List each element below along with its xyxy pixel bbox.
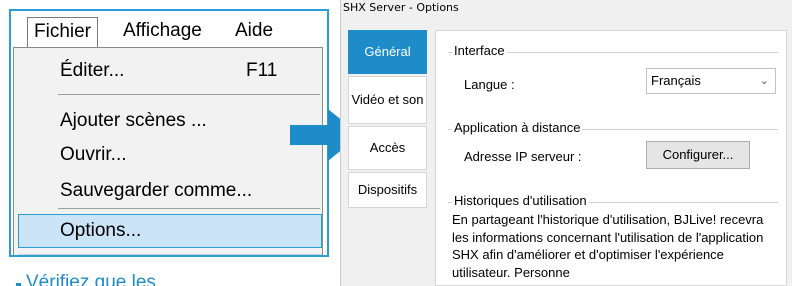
menubar: Fichier Affichage Aide [11, 11, 327, 49]
caption-text: Vérifiez que les [26, 272, 156, 286]
menu-separator [58, 208, 320, 209]
dialog-title: SHX Server - Options [343, 1, 459, 14]
menu-item-label: Ajouter scènes ... [60, 110, 207, 131]
language-select-value: Français [651, 73, 701, 88]
settings-panel: Interface Langue : Français ⌄ Applicatio… [435, 30, 787, 286]
server-ip-label: Adresse IP serveur : [464, 149, 582, 164]
menu-item-label: Ouvrir... [60, 144, 127, 165]
tab-dispositifs[interactable]: Dispositifs [348, 172, 427, 208]
menu-screenshot: Fichier Affichage Aide Éditer... F11 Ajo… [9, 9, 329, 257]
menu-item-sauvegarder-comme[interactable]: Sauvegarder comme... [14, 172, 322, 210]
tab-general[interactable]: Général [348, 30, 427, 74]
menu-fichier[interactable]: Fichier [27, 17, 99, 47]
menu-item-label: Éditer... [60, 60, 125, 81]
options-dialog: SHX Server - Options Général Vidéo et so… [340, 0, 792, 286]
menu-affichage[interactable]: Affichage [117, 17, 208, 47]
group-title-interface: Interface [452, 43, 507, 58]
configure-button[interactable]: Configurer... [646, 141, 750, 169]
menu-separator [58, 94, 320, 95]
group-title-remote: Application à distance [452, 120, 583, 135]
menu-item-ouvrir[interactable]: Ouvrir... [14, 136, 322, 174]
tab-acces[interactable]: Accès [348, 126, 427, 170]
tab-column: Général Vidéo et son Accès Dispositifs [348, 30, 427, 210]
menu-item-ajouter-scenes[interactable]: Ajouter scènes ... [14, 102, 322, 140]
menu-aide[interactable]: Aide [229, 17, 279, 47]
chevron-down-icon: ⌄ [759, 75, 769, 87]
tab-video-son[interactable]: Vidéo et son [348, 76, 427, 124]
file-dropdown-menu: Éditer... F11 Ajouter scènes ... Ouvrir.… [13, 47, 323, 255]
menu-item-label: Options... [60, 220, 142, 241]
group-title-history: Historiques d'utilisation [452, 193, 589, 208]
menu-bottom-line [18, 254, 322, 255]
menu-item-label: Sauvegarder comme... [60, 180, 253, 201]
history-description: En partageant l'historique d'utilisation… [452, 212, 764, 280]
menu-item-shortcut: F11 [246, 60, 278, 81]
menu-item-editer[interactable]: Éditer... F11 [14, 52, 322, 90]
menu-item-options[interactable]: Options... [14, 214, 322, 252]
language-select[interactable]: Français ⌄ [646, 68, 776, 94]
language-label: Langue : [464, 77, 515, 92]
